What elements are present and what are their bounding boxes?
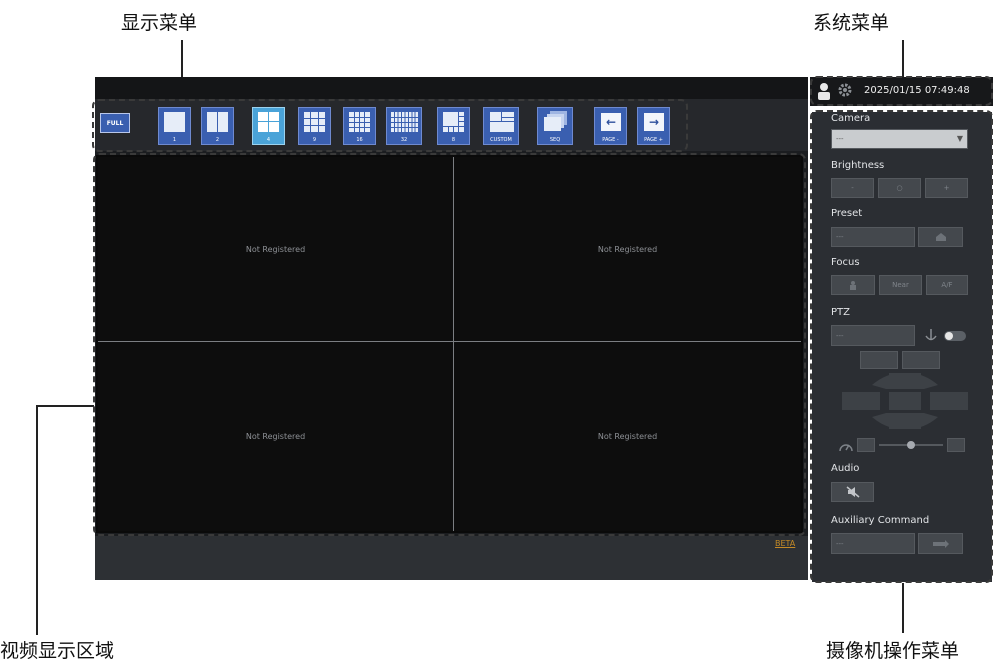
callout-line-camera-menu bbox=[902, 583, 904, 633]
highlight-camera-panel bbox=[810, 110, 993, 583]
bottom-bar bbox=[95, 536, 808, 580]
callout-line-video-area-v bbox=[36, 405, 38, 635]
callout-camera-menu: 摄像机操作菜单 bbox=[826, 640, 960, 662]
highlight-display-menu bbox=[92, 99, 688, 152]
brand-link[interactable]: BETA bbox=[775, 539, 795, 548]
highlight-video-area bbox=[93, 153, 806, 536]
callout-line-video-area-h bbox=[36, 405, 94, 407]
callout-line-system-menu bbox=[902, 40, 904, 78]
callout-video-area: 视频显示区域 bbox=[0, 640, 115, 662]
highlight-system-menu bbox=[810, 76, 993, 106]
top-strip bbox=[95, 77, 808, 99]
callout-display-menu: 显示菜单 bbox=[121, 12, 198, 34]
callout-system-menu: 系统菜单 bbox=[813, 12, 890, 34]
